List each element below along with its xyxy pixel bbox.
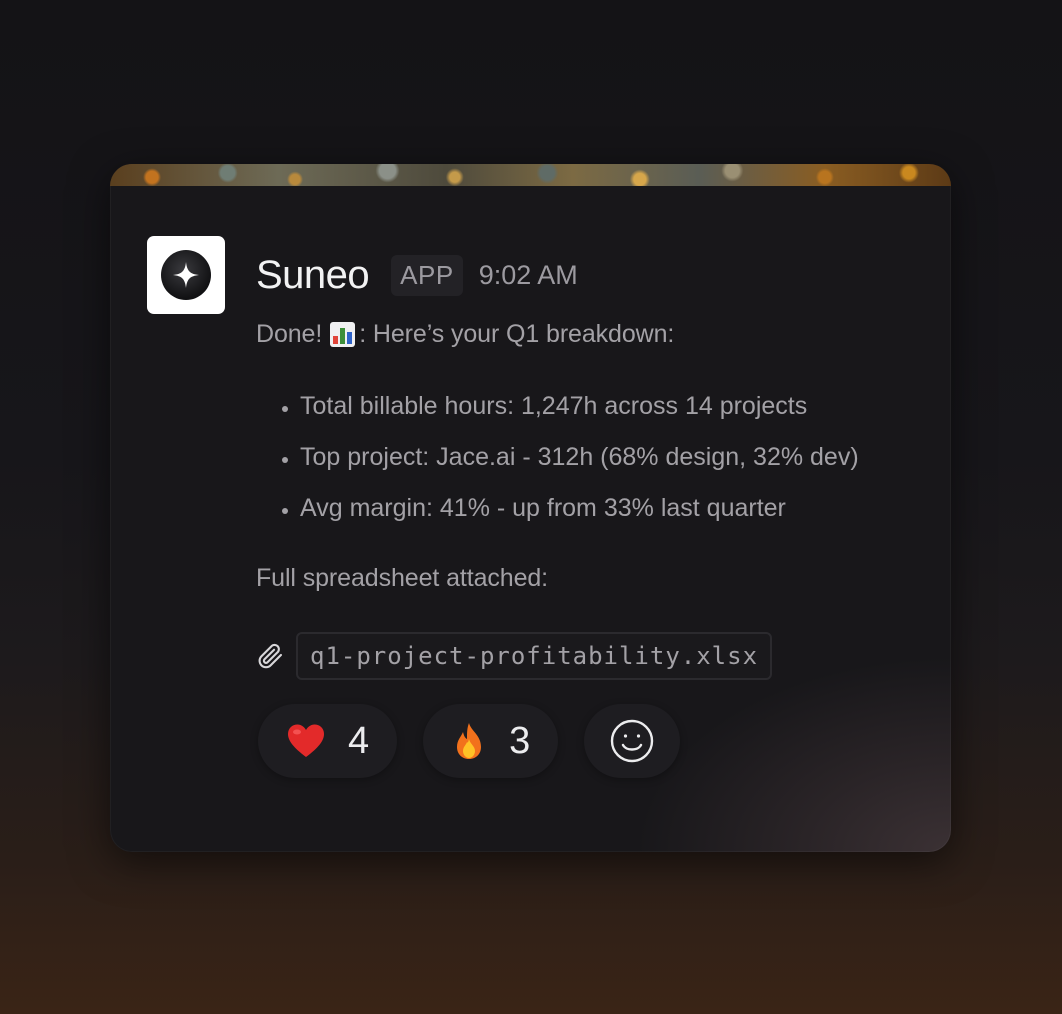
bar-chart-emoji-icon	[330, 322, 356, 347]
list-item: Total billable hours: 1,247h across 14 p…	[300, 386, 859, 437]
reaction-fire[interactable]: 3	[423, 704, 559, 778]
list-item: Top project: Jace.ai - 312h (68% design,…	[300, 437, 859, 488]
paperclip-icon	[258, 643, 283, 669]
banner-image	[110, 164, 951, 186]
summary-list: Total billable hours: 1,247h across 14 p…	[256, 386, 859, 539]
attachment-file[interactable]: q1-project-profitability.xlsx	[296, 632, 773, 680]
add-reaction-button[interactable]	[584, 704, 681, 778]
intro-text-before: Done!	[256, 320, 323, 348]
heart-emoji-icon	[288, 724, 324, 757]
message-intro: Done! : Here’s your Q1 breakdown:	[256, 320, 674, 349]
sender-name[interactable]: Suneo	[256, 253, 370, 298]
message-timestamp[interactable]: 9:02 AM	[479, 260, 578, 291]
reaction-count: 4	[348, 719, 370, 762]
sparkle-logo-icon	[161, 250, 211, 300]
attachment-row: q1-project-profitability.xlsx	[256, 632, 773, 680]
fire-emoji-icon	[457, 723, 482, 759]
reaction-heart[interactable]: 4	[258, 704, 398, 778]
attachment-intro: Full spreadsheet attached:	[256, 564, 549, 592]
app-badge: APP	[391, 254, 463, 296]
message-card: Suneo APP 9:02 AM Done! : Here’s your Q1…	[110, 164, 951, 852]
app-avatar[interactable]	[147, 236, 225, 314]
reactions-bar: 4 3	[258, 704, 681, 778]
smiley-icon	[611, 719, 654, 763]
intro-text-after: : Here’s your Q1 breakdown:	[359, 320, 675, 348]
reaction-count: 3	[509, 719, 531, 762]
message-header: Suneo APP 9:02 AM	[256, 250, 578, 300]
list-item: Avg margin: 41% - up from 33% last quart…	[300, 488, 859, 539]
